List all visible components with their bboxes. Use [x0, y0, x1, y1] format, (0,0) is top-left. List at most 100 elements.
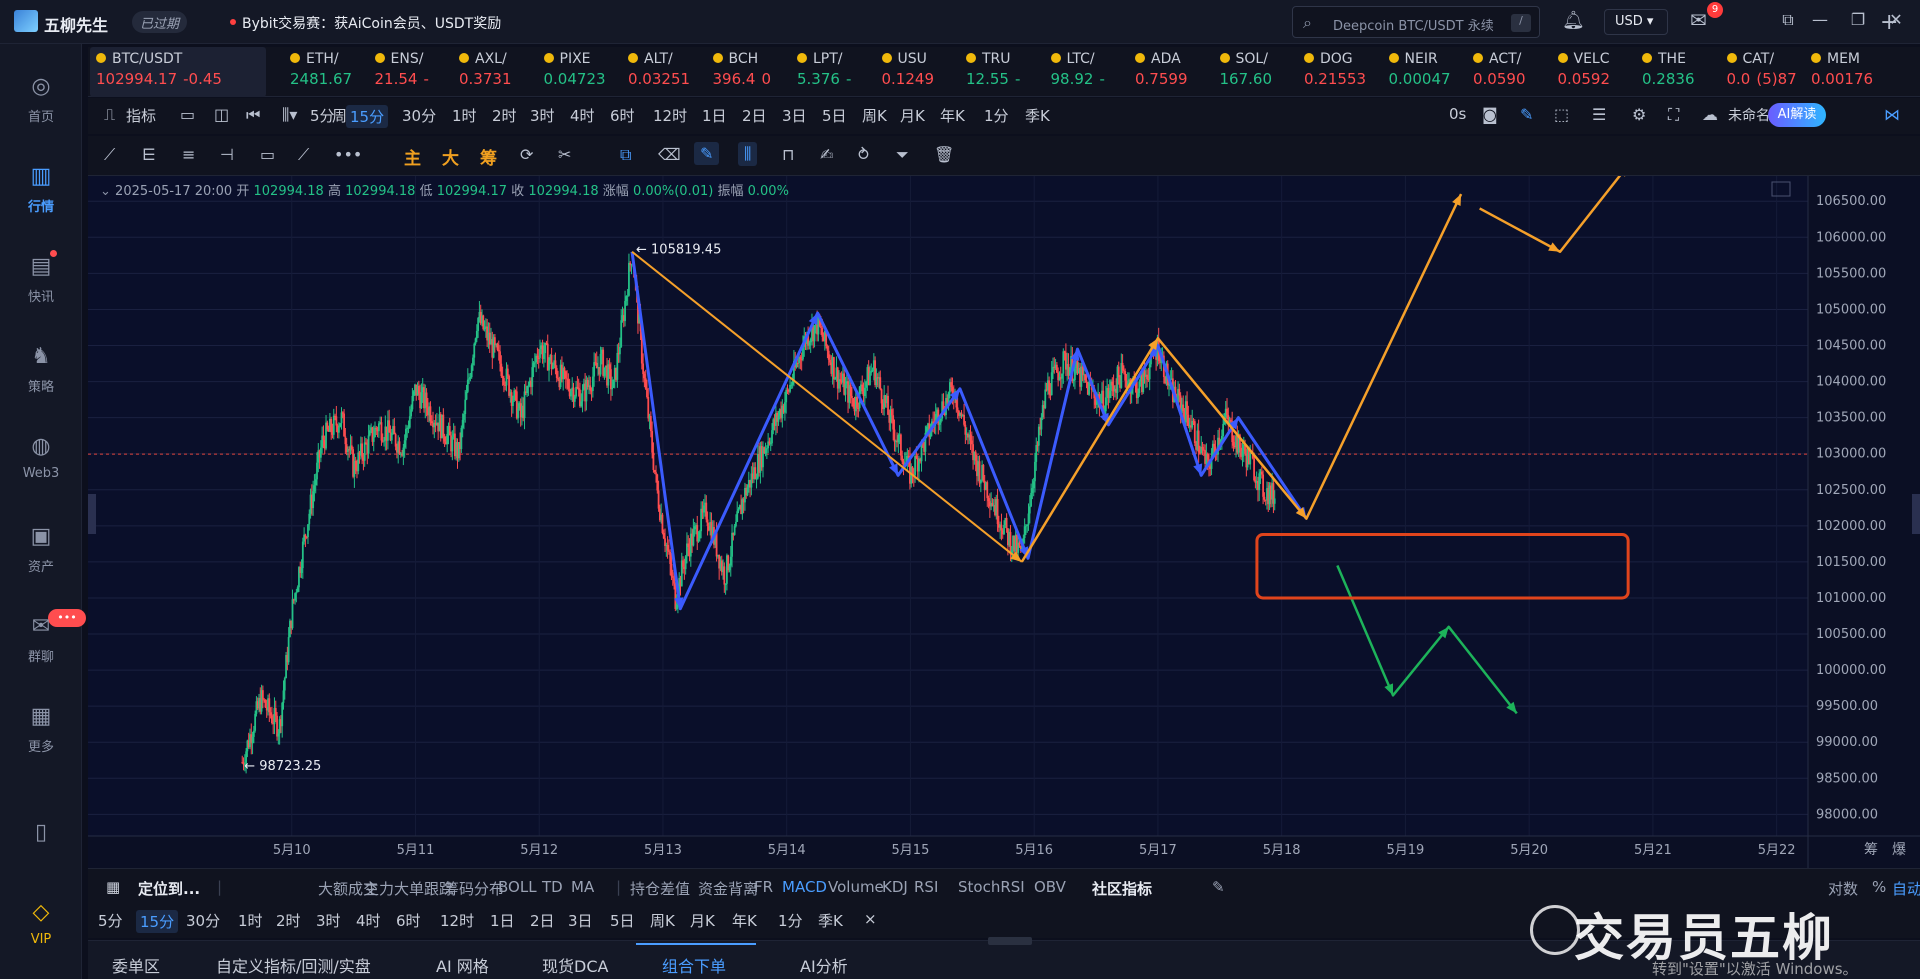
ticker-item[interactable]: MEM 0.00176 — [1805, 47, 1887, 97]
sidebar-item-news[interactable]: ▤ 快讯 — [0, 254, 82, 305]
indicator-12[interactable]: RSI — [914, 878, 938, 896]
sidebar-item-strategy[interactable]: ♞ 策略 — [0, 344, 82, 395]
locate-button[interactable]: 定位到... — [138, 878, 200, 899]
search-input[interactable]: Deepcoin BTC/USDT 永续 — [1333, 15, 1494, 34]
list-icon[interactable]: ☰ — [1592, 105, 1606, 124]
tab-2[interactable]: AI 网格 — [436, 953, 489, 977]
main-chart-button[interactable]: 主 — [404, 144, 421, 169]
period-3[interactable]: 1时 — [452, 105, 477, 126]
period-5[interactable]: 3时 — [530, 105, 555, 126]
collapse-handle[interactable] — [988, 937, 1032, 945]
bottom-period-2[interactable]: 30分 — [186, 910, 220, 931]
ticker-item[interactable]: NEIR 0.00047 — [1383, 47, 1465, 97]
eraser-icon[interactable]: ⌫ — [658, 145, 681, 164]
hlines-icon[interactable]: ≡ — [182, 145, 195, 164]
period-9[interactable]: 1日 — [702, 105, 727, 126]
bottom-period-11[interactable]: 3日 — [568, 910, 593, 931]
bottom-period-13[interactable]: 周K — [650, 910, 675, 931]
bottom-period-15[interactable]: 年K — [732, 910, 757, 931]
bottom-period-12[interactable]: 5日 — [610, 910, 635, 931]
ticker-item[interactable]: AXL/0.3731 — [453, 47, 535, 97]
rect-icon[interactable]: ▭ — [260, 145, 275, 164]
indicator-icon[interactable]: ⎍ — [104, 105, 115, 125]
big-order-button[interactable]: 大 — [442, 144, 459, 169]
collapse-icon[interactable]: ⌄ — [100, 184, 111, 199]
period-17[interactable]: 季K — [1025, 105, 1050, 126]
left-collapse-handle[interactable] — [88, 494, 96, 534]
bottom-period-5[interactable]: 3时 — [316, 910, 341, 931]
ruler-icon[interactable]: ⟋ — [298, 145, 309, 165]
status-badge[interactable]: 已过期 — [132, 11, 188, 33]
ticker-item[interactable]: CAT/0.0 (5)87 — [1721, 47, 1803, 97]
ticker-item[interactable]: LPT/5.376- — [791, 47, 873, 97]
chips-button[interactable]: 筹 — [480, 144, 497, 169]
indicator-13[interactable]: StochRSI — [958, 878, 1025, 896]
candle-type-icon[interactable]: ⫼▾ — [282, 105, 297, 125]
indicator-2[interactable]: 筹码分布 — [444, 878, 504, 899]
bottom-period-17[interactable]: 季K — [818, 910, 843, 931]
brush-icon[interactable]: ⥁ — [858, 145, 869, 164]
period-11[interactable]: 3日 — [782, 105, 807, 126]
ticker-item[interactable]: VELC 0.0592 — [1552, 47, 1634, 97]
search-box[interactable]: ⌕ Deepcoin BTC/USDT 永续 / — [1292, 6, 1540, 38]
auto-scale-toggle[interactable]: 自动 — [1892, 878, 1920, 899]
indicator-10[interactable]: Volume — [828, 878, 884, 896]
hline-icon[interactable]: ⊣ — [220, 145, 234, 164]
fullscreen-icon[interactable]: ⛶ — [1668, 105, 1679, 125]
ticker-item[interactable]: ETH/2481.67 — [284, 47, 366, 97]
promo-link[interactable]: Bybit交易赛：获AiCoin会员、USDT奖励 — [242, 13, 501, 33]
period-8[interactable]: 12时 — [653, 105, 687, 126]
sidebar-item-home[interactable]: ◎ 首页 — [0, 74, 82, 125]
sync-icon[interactable]: ⟳ — [520, 145, 533, 164]
right-collapse-handle[interactable] — [1912, 494, 1920, 534]
layout-icon[interactable]: ◫ — [214, 105, 229, 124]
sidebar-item-market[interactable]: ▥ 行情 — [0, 164, 82, 215]
period-1[interactable]: 15分 — [346, 105, 389, 128]
layout-name[interactable]: 未命名 — [1728, 105, 1770, 125]
ai-analyze-button[interactable]: AI解读 — [1768, 103, 1826, 127]
indicator-3[interactable]: BOLL — [498, 878, 537, 896]
copy-icon[interactable]: ⧉ — [620, 145, 631, 165]
ticker-item[interactable]: TRU 12.55- — [960, 47, 1042, 97]
settings-icon[interactable]: ⚙ — [1632, 105, 1646, 124]
mail-icon[interactable]: ✉ — [1690, 8, 1707, 32]
sidebar-item-wallet[interactable]: ▣ 资产 — [0, 524, 82, 575]
ticker-item[interactable]: ALT/0.03251 — [622, 47, 704, 97]
ticker-item[interactable]: BTC/USDT 102994.17 -0.45 — [90, 47, 266, 97]
bottom-period-6[interactable]: 4时 — [356, 910, 381, 931]
period-7[interactable]: 6时 — [610, 105, 635, 126]
pin-icon[interactable]: ⧉ — [1776, 10, 1800, 30]
bell-icon[interactable]: 🔔︎ — [1562, 10, 1585, 31]
indicator-button[interactable]: 指标 — [126, 105, 156, 126]
locate-icon[interactable]: ▦ — [106, 878, 120, 896]
ticker-item[interactable]: USU 0.1249 — [876, 47, 958, 97]
ticker-item[interactable]: BCH 396.4 0 — [707, 47, 789, 97]
bottom-period-4[interactable]: 2时 — [276, 910, 301, 931]
close-period-icon[interactable]: × — [864, 910, 877, 928]
sidebar-item-phone[interactable]: ▯ — [0, 820, 82, 850]
ticker-item[interactable]: THE 0.2836 — [1636, 47, 1718, 97]
period-4[interactable]: 2时 — [492, 105, 517, 126]
bottom-period-9[interactable]: 1日 — [490, 910, 515, 931]
bottom-period-8[interactable]: 12时 — [440, 910, 474, 931]
more-tools-icon[interactable]: ••• — [334, 145, 362, 164]
share-icon[interactable]: ⋈ — [1884, 105, 1900, 124]
bottom-period-1[interactable]: 15分 — [136, 910, 179, 933]
ticker-item[interactable]: ACT/0.0590 — [1467, 47, 1549, 97]
period-15[interactable]: 年K — [940, 105, 965, 126]
trendline-icon[interactable]: ⟋ — [104, 145, 115, 165]
cloud-icon[interactable]: ☁ — [1702, 105, 1718, 124]
indicator-11[interactable]: KDJ — [882, 878, 908, 896]
period-13[interactable]: 周K — [862, 105, 887, 126]
bottom-period-0[interactable]: 5分 — [98, 910, 123, 931]
popout-icon[interactable]: ⬚ — [1554, 105, 1569, 124]
indicator-1[interactable]: 主力大单跟踪 — [364, 878, 454, 899]
trash-icon[interactable]: 🗑︎ — [934, 145, 954, 164]
period-14[interactable]: 月K — [900, 105, 925, 126]
note-icon[interactable]: ✍ — [820, 145, 833, 164]
calendar-icon[interactable]: ▭ — [180, 105, 195, 124]
ticker-item[interactable]: LTC/98.92- — [1045, 47, 1127, 97]
liq-corner-label[interactable]: 爆 — [1892, 842, 1906, 858]
bottom-period-3[interactable]: 1时 — [238, 910, 263, 931]
period-2[interactable]: 30分 — [402, 105, 436, 126]
